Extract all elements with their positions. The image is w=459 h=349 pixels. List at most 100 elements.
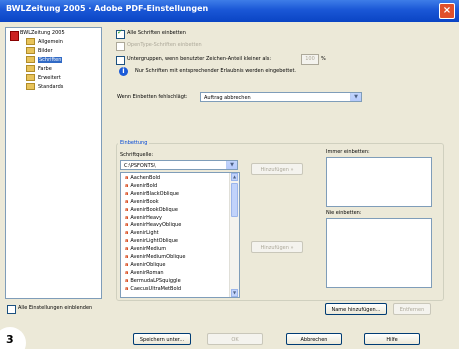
font-name: AvenirBookOblique — [130, 206, 178, 213]
save-as-button[interactable]: Speichern unter... — [133, 333, 191, 345]
font-name: AvenirMedium — [130, 246, 167, 253]
subset-unit: % — [321, 56, 326, 62]
never-embed-list[interactable] — [326, 218, 432, 288]
font-list-item[interactable]: a AvenirOblique — [125, 262, 165, 269]
font-icon: a — [125, 222, 129, 229]
scroll-down-icon[interactable]: ▼ — [231, 289, 238, 297]
font-list-item[interactable]: a AvenirHeavy — [125, 215, 162, 222]
font-list-item[interactable]: a AvenirMedium — [125, 246, 166, 253]
add-name-button[interactable]: Name hinzufügen... — [325, 303, 387, 315]
close-button[interactable]: × — [439, 3, 455, 19]
font-icon: a — [125, 254, 129, 260]
tree-item-label: Standards — [38, 84, 64, 90]
font-icon: a — [125, 277, 129, 284]
font-list-item[interactable]: a AvenirLightOblique — [125, 238, 178, 245]
show-all-settings-label: Alle Einstellungen einblenden — [18, 305, 93, 311]
tree-item[interactable]: Bilder — [26, 47, 53, 56]
tree-item[interactable]: Standards — [26, 83, 63, 92]
settings-tree: BWLZeitung 2005 Allgemein Bilder Schriften… — [5, 27, 102, 299]
embed-opentype-checkbox[interactable] — [116, 42, 125, 51]
never-embed-label: Nie einbetten: — [326, 210, 362, 216]
remove-button[interactable]: Entfernen — [393, 303, 431, 315]
chevron-down-icon: ▼ — [350, 93, 361, 101]
always-embed-label: Immer einbetten: — [326, 149, 370, 155]
cancel-button[interactable]: Abbrechen — [286, 333, 342, 345]
dialog-window: BWLZeitung 2005 · Adobe PDF-Einstellunge… — [0, 0, 459, 349]
font-icon: a — [125, 238, 129, 245]
font-name: AvenirMediumOblique — [130, 254, 186, 260]
chevron-down-icon: ▼ — [226, 161, 237, 169]
subset-checkbox[interactable] — [116, 56, 125, 65]
folder-icon — [26, 65, 35, 72]
font-icon: a — [125, 206, 129, 213]
page-number-badge: 3 — [0, 327, 26, 349]
font-list-item[interactable]: a AvenirBold — [125, 183, 157, 190]
title-bar[interactable]: BWLZeitung 2005 · Adobe PDF-Einstellunge… — [0, 0, 459, 22]
tree-item[interactable]: Farbe — [26, 65, 52, 74]
font-name: AvenirHeavy — [130, 214, 162, 221]
pdf-settings-icon — [10, 31, 19, 41]
font-icon: a — [125, 269, 129, 276]
add-always-button[interactable]: Hinzufügen » — [251, 163, 303, 175]
tree-item-label: Erweitert — [38, 75, 61, 81]
font-name: BermudaLPSquiggle — [130, 277, 181, 284]
font-icon: a — [125, 285, 129, 292]
font-name: AvenirBold — [130, 182, 158, 189]
font-source-label: Schriftquelle: — [120, 152, 154, 158]
subset-percent-input[interactable]: 100 — [301, 54, 319, 65]
font-name: AvenirLightOblique — [130, 238, 178, 245]
embedding-group-label: Einbettung — [118, 140, 150, 146]
tree-item-label: Bilder — [38, 48, 53, 54]
always-embed-list[interactable] — [326, 157, 432, 207]
folder-icon — [26, 83, 35, 90]
font-list-item[interactable]: a BermudaLPSquiggle — [125, 278, 181, 285]
font-icon: a — [125, 246, 129, 253]
font-list-scrollbar[interactable]: ▲ ▼ — [229, 173, 239, 297]
scroll-up-icon[interactable]: ▲ — [231, 173, 238, 181]
font-list-item[interactable]: a AvenirHeavyOblique — [125, 222, 181, 229]
window-title: BWLZeitung 2005 · Adobe PDF-Einstellunge… — [6, 4, 209, 13]
font-name: AvenirBook — [130, 198, 159, 205]
font-icon: a — [125, 182, 129, 189]
show-all-settings-checkbox[interactable] — [7, 305, 16, 314]
font-icon: a — [125, 261, 129, 268]
font-list-item[interactable]: a AvenirRoman — [125, 270, 164, 277]
font-list[interactable]: a AachenBold a AvenirBold a AvenirBlackObliqu… — [120, 172, 240, 298]
font-source-select[interactable]: C:\PSFONTS\ ▼ — [120, 160, 238, 170]
fail-label: Wenn Einbetten fehlschlägt: — [117, 94, 188, 100]
help-button[interactable]: Hilfe — [364, 333, 420, 345]
fail-action-select[interactable]: Auftrag abbrechen ▼ — [200, 92, 362, 102]
font-list-item[interactable]: a AvenirBook — [125, 199, 159, 206]
font-list-item[interactable]: a AachenBold — [125, 175, 160, 182]
add-never-button[interactable]: Hinzufügen » — [251, 241, 303, 253]
font-name: AvenirHeavyOblique — [130, 222, 182, 229]
tree-item[interactable]: Erweitert — [26, 74, 61, 83]
info-text: Nur Schriften mit entsprechender Erlaubn… — [135, 68, 297, 74]
tree-item-label: Allgemein — [38, 39, 63, 45]
font-source-value: C:\PSFONTS\ — [124, 163, 156, 169]
ok-button[interactable]: OK — [207, 333, 263, 345]
font-list-item[interactable]: a AvenirBlackOblique — [125, 191, 179, 198]
embed-opentype-label: OpenType-Schriften einbetten — [127, 42, 202, 48]
tree-item[interactable]: Allgemein — [26, 38, 63, 47]
tree-item[interactable]: Schriften — [26, 56, 63, 65]
font-icon: a — [125, 230, 129, 237]
font-list-item[interactable]: a AvenirBookOblique — [125, 207, 178, 214]
tree-item-label: Schriften — [38, 57, 63, 63]
tree-root[interactable]: BWLZeitung 2005 — [20, 29, 65, 38]
font-list-item[interactable]: a AvenirLight — [125, 230, 159, 237]
font-icon: a — [125, 175, 129, 181]
font-icon: a — [125, 214, 129, 221]
embed-all-checkbox[interactable] — [116, 28, 125, 39]
folder-icon — [26, 56, 35, 63]
font-list-item[interactable]: a AvenirMediumOblique — [125, 254, 185, 261]
font-name: CaecusUltraMetBold — [130, 285, 182, 292]
font-name: AvenirBlackOblique — [130, 190, 179, 197]
info-icon: i — [119, 67, 128, 76]
font-icon: a — [125, 190, 129, 197]
font-name: AvenirRoman — [130, 269, 164, 276]
scroll-thumb[interactable] — [231, 183, 238, 217]
font-name: AvenirLight — [130, 230, 159, 237]
font-list-item[interactable]: a CaecusUltraMetBold — [125, 286, 181, 293]
font-name: AvenirOblique — [130, 261, 166, 268]
